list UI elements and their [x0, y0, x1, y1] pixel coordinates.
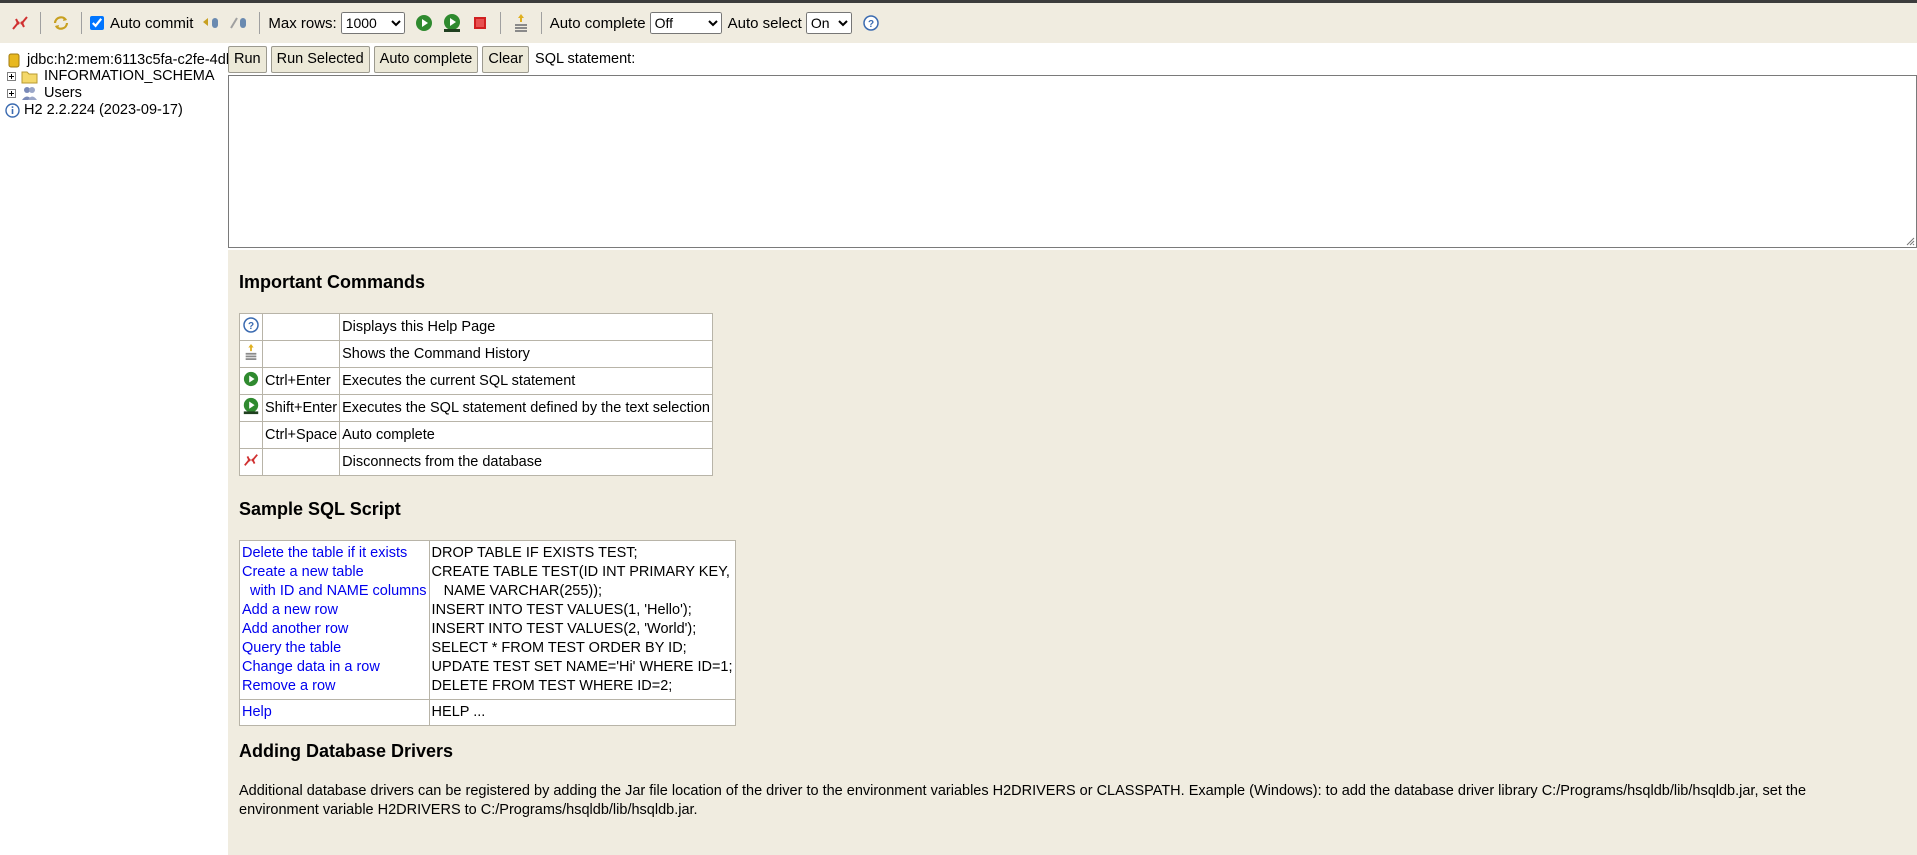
- command-key: Ctrl+Space: [261, 421, 341, 449]
- run-selected-icon[interactable]: [441, 12, 463, 34]
- sample-code-line: DROP TABLE IF EXISTS TEST;: [431, 545, 638, 561]
- command-description: Disconnects from the database: [339, 448, 713, 476]
- help-code: HELP ...: [431, 704, 486, 720]
- sample-code-line: SELECT * FROM TEST ORDER BY ID;: [431, 640, 687, 656]
- run-button[interactable]: Run: [228, 45, 267, 73]
- auto-complete-label: Auto complete: [549, 14, 646, 32]
- resize-grip-icon[interactable]: [1905, 236, 1915, 246]
- clear-button[interactable]: Clear: [482, 45, 530, 73]
- run-selected-icon: [243, 397, 259, 415]
- command-description: Executes the current SQL statement: [339, 367, 713, 395]
- sample-link-update[interactable]: Change data in a row: [242, 658, 427, 677]
- help-link[interactable]: Help: [242, 703, 427, 722]
- toolbar-separator: [259, 12, 261, 34]
- table-row: Help HELP ...: [239, 699, 736, 726]
- sample-link-create-columns[interactable]: with ID and NAME columns: [242, 582, 427, 601]
- table-row: Disconnects from the database: [239, 448, 713, 476]
- table-row: Shows the Command History: [239, 340, 713, 368]
- help-icon[interactable]: ?: [860, 12, 882, 34]
- rollback-icon[interactable]: [228, 12, 250, 34]
- info-icon: [5, 102, 20, 118]
- command-key: [261, 448, 341, 476]
- commands-table: ? Displays this Help Page Shows the Comm…: [239, 313, 713, 476]
- command-key: [261, 340, 341, 368]
- auto-commit-label: Auto commit: [110, 14, 194, 32]
- query-toolbar: Run Run Selected Auto complete Clear SQL…: [228, 43, 1917, 75]
- command-description: Displays this Help Page: [339, 313, 713, 341]
- auto-complete-select[interactable]: Off: [649, 12, 722, 34]
- command-description: Auto complete: [339, 421, 713, 449]
- sample-code-line: CREATE TABLE TEST(ID INT PRIMARY KEY,: [431, 564, 730, 580]
- toolbar: Auto commit Max rows: 1000 Auto complete…: [0, 3, 1917, 43]
- toolbar-separator: [499, 12, 501, 34]
- folder-icon: [21, 71, 38, 83]
- command-key: Ctrl+Enter: [261, 367, 341, 395]
- commit-icon[interactable]: [200, 12, 222, 34]
- command-key: Shift+Enter: [261, 394, 341, 422]
- schema-tree: jdbc:h2:mem:6113c5fa-c2fe-4db9 INFORMATI…: [0, 43, 228, 855]
- sql-input[interactable]: [228, 75, 1917, 248]
- sample-code-line: UPDATE TEST SET NAME='Hi' WHERE ID=1;: [431, 659, 733, 675]
- sample-link-select[interactable]: Query the table: [242, 639, 427, 658]
- sample-code-line: INSERT INTO TEST VALUES(1, 'Hello');: [431, 602, 692, 618]
- toolbar-separator: [81, 12, 82, 34]
- sample-link-insert-2[interactable]: Add another row: [242, 620, 427, 639]
- sample-links-cell: Delete the table if it exists Create a n…: [239, 540, 430, 700]
- svg-text:?: ?: [868, 19, 874, 30]
- adding-drivers-text: Additional database drivers can be regis…: [239, 783, 1807, 818]
- table-row: Shift+Enter Executes the SQL statement d…: [239, 394, 713, 422]
- run-icon: [243, 371, 259, 387]
- expand-icon[interactable]: [7, 88, 16, 98]
- max-rows-label: Max rows:: [268, 14, 337, 32]
- tree-item-label: Users: [44, 85, 82, 101]
- run-icon[interactable]: [413, 12, 435, 34]
- sample-code-line: DELETE FROM TEST WHERE ID=2;: [431, 678, 673, 694]
- command-key: [261, 313, 341, 341]
- history-icon: [245, 344, 257, 360]
- auto-select-select[interactable]: On: [805, 12, 852, 34]
- table-row: Ctrl+Enter Executes the current SQL stat…: [239, 367, 713, 395]
- sample-sql-title: Sample SQL Script: [239, 499, 401, 519]
- stop-icon[interactable]: [469, 12, 491, 34]
- tree-version-label: H2 2.2.224 (2023-09-17): [24, 102, 183, 118]
- auto-complete-button[interactable]: Auto complete: [373, 45, 479, 73]
- command-description: Shows the Command History: [339, 340, 713, 368]
- disconnect-icon: [244, 454, 258, 466]
- disconnect-icon[interactable]: [9, 12, 31, 34]
- history-icon[interactable]: [510, 12, 532, 34]
- sample-code-cell: DROP TABLE IF EXISTS TEST; CREATE TABLE …: [428, 540, 736, 700]
- sample-link-create[interactable]: Create a new table: [242, 563, 427, 582]
- command-description: Executes the SQL statement defined by th…: [339, 394, 713, 422]
- sample-sql-table: Delete the table if it exists Create a n…: [239, 540, 736, 726]
- expand-icon[interactable]: [7, 71, 16, 81]
- toolbar-separator: [540, 12, 542, 34]
- sample-code-line: INSERT INTO TEST VALUES(2, 'World');: [431, 621, 697, 637]
- refresh-icon[interactable]: [50, 12, 72, 34]
- sample-link-insert-1[interactable]: Add a new row: [242, 601, 427, 620]
- max-rows-select[interactable]: 1000: [340, 12, 405, 34]
- table-row: Ctrl+Space Auto complete: [239, 421, 713, 449]
- table-row: ? Displays this Help Page: [239, 313, 713, 341]
- sample-link-drop[interactable]: Delete the table if it exists: [242, 544, 427, 563]
- sample-link-delete[interactable]: Remove a row: [242, 677, 427, 696]
- important-commands-title: Important Commands: [239, 272, 426, 292]
- sample-code-line: NAME VARCHAR(255));: [431, 583, 603, 599]
- tree-version: H2 2.2.224 (2023-09-17): [0, 100, 183, 120]
- users-icon: [22, 87, 37, 100]
- sql-statement-label: SQL statement:: [535, 51, 636, 67]
- table-row: Delete the table if it exists Create a n…: [239, 540, 736, 700]
- run-selected-button[interactable]: Run Selected: [270, 45, 370, 73]
- auto-select-label: Auto select: [727, 14, 802, 32]
- help-panel: Important Commands ? Displays this Help …: [228, 250, 1917, 855]
- help-icon: ?: [243, 317, 259, 333]
- adding-drivers-title: Adding Database Drivers: [239, 741, 454, 761]
- auto-commit-checkbox[interactable]: [90, 16, 104, 30]
- svg-text:?: ?: [248, 321, 254, 332]
- tree-item-label: INFORMATION_SCHEMA: [44, 68, 215, 84]
- toolbar-separator: [40, 12, 41, 34]
